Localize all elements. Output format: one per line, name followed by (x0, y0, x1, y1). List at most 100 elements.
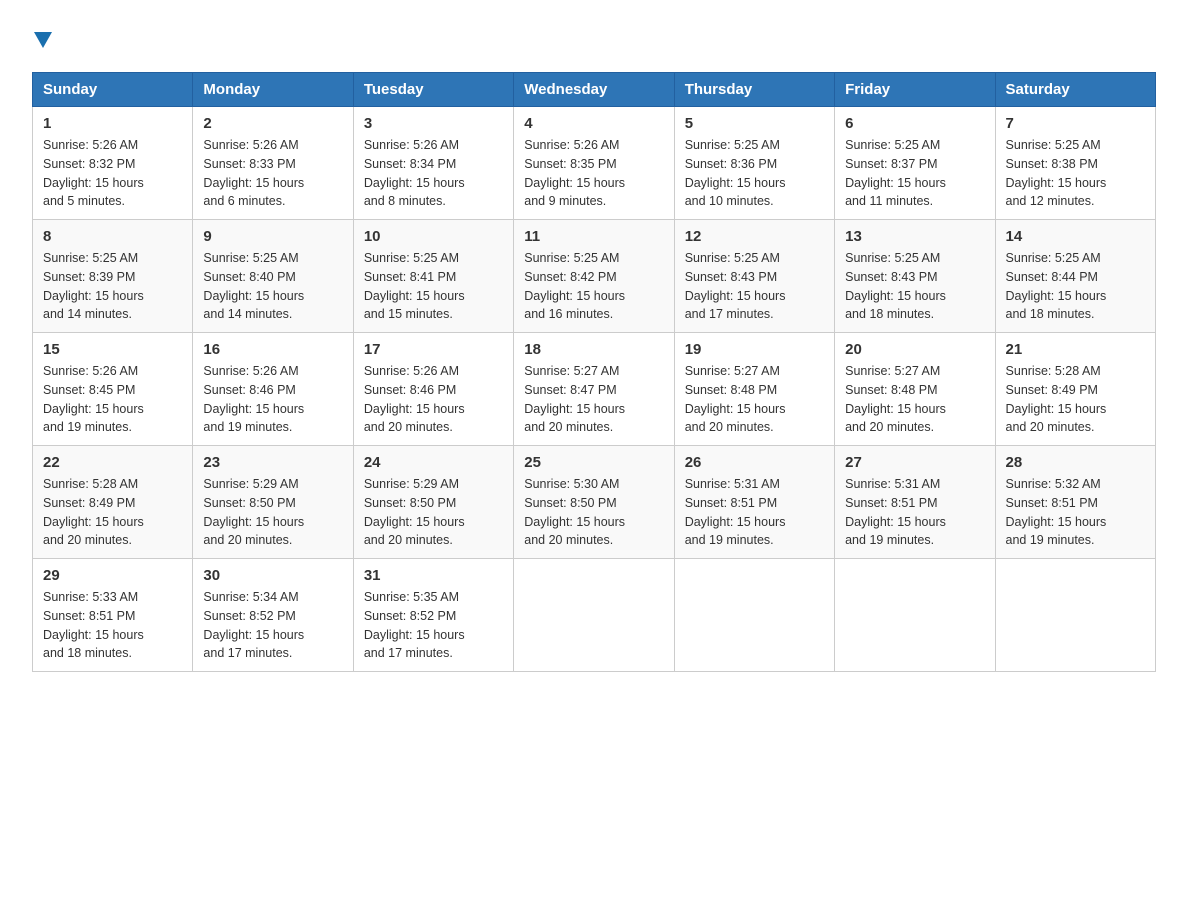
day-number: 21 (1006, 341, 1145, 358)
calendar-week-1: 1 Sunrise: 5:26 AMSunset: 8:32 PMDayligh… (33, 107, 1156, 220)
day-info: Sunrise: 5:26 AMSunset: 8:34 PMDaylight:… (364, 138, 465, 208)
day-number: 2 (203, 115, 342, 132)
day-info: Sunrise: 5:33 AMSunset: 8:51 PMDaylight:… (43, 590, 144, 660)
col-header-monday: Monday (193, 73, 353, 107)
day-number: 15 (43, 341, 182, 358)
calendar-cell: 24 Sunrise: 5:29 AMSunset: 8:50 PMDaylig… (353, 446, 513, 559)
calendar-cell: 6 Sunrise: 5:25 AMSunset: 8:37 PMDayligh… (835, 107, 995, 220)
day-info: Sunrise: 5:25 AMSunset: 8:37 PMDaylight:… (845, 138, 946, 208)
calendar-cell: 25 Sunrise: 5:30 AMSunset: 8:50 PMDaylig… (514, 446, 674, 559)
calendar-cell: 31 Sunrise: 5:35 AMSunset: 8:52 PMDaylig… (353, 559, 513, 672)
day-info: Sunrise: 5:30 AMSunset: 8:50 PMDaylight:… (524, 477, 625, 547)
calendar-cell: 22 Sunrise: 5:28 AMSunset: 8:49 PMDaylig… (33, 446, 193, 559)
day-info: Sunrise: 5:25 AMSunset: 8:42 PMDaylight:… (524, 251, 625, 321)
day-info: Sunrise: 5:31 AMSunset: 8:51 PMDaylight:… (685, 477, 786, 547)
calendar-week-5: 29 Sunrise: 5:33 AMSunset: 8:51 PMDaylig… (33, 559, 1156, 672)
calendar-cell: 18 Sunrise: 5:27 AMSunset: 8:47 PMDaylig… (514, 333, 674, 446)
calendar-cell: 4 Sunrise: 5:26 AMSunset: 8:35 PMDayligh… (514, 107, 674, 220)
day-number: 13 (845, 228, 984, 245)
day-number: 11 (524, 228, 663, 245)
calendar-body: 1 Sunrise: 5:26 AMSunset: 8:32 PMDayligh… (33, 107, 1156, 672)
day-number: 9 (203, 228, 342, 245)
day-info: Sunrise: 5:25 AMSunset: 8:40 PMDaylight:… (203, 251, 304, 321)
day-info: Sunrise: 5:35 AMSunset: 8:52 PMDaylight:… (364, 590, 465, 660)
calendar-cell: 2 Sunrise: 5:26 AMSunset: 8:33 PMDayligh… (193, 107, 353, 220)
day-number: 30 (203, 567, 342, 584)
calendar-week-4: 22 Sunrise: 5:28 AMSunset: 8:49 PMDaylig… (33, 446, 1156, 559)
day-number: 7 (1006, 115, 1145, 132)
calendar-cell (514, 559, 674, 672)
calendar-cell: 10 Sunrise: 5:25 AMSunset: 8:41 PMDaylig… (353, 220, 513, 333)
day-number: 26 (685, 454, 824, 471)
calendar-cell: 11 Sunrise: 5:25 AMSunset: 8:42 PMDaylig… (514, 220, 674, 333)
day-info: Sunrise: 5:25 AMSunset: 8:38 PMDaylight:… (1006, 138, 1107, 208)
calendar-week-3: 15 Sunrise: 5:26 AMSunset: 8:45 PMDaylig… (33, 333, 1156, 446)
calendar-cell: 15 Sunrise: 5:26 AMSunset: 8:45 PMDaylig… (33, 333, 193, 446)
day-info: Sunrise: 5:25 AMSunset: 8:43 PMDaylight:… (685, 251, 786, 321)
day-info: Sunrise: 5:27 AMSunset: 8:48 PMDaylight:… (845, 364, 946, 434)
day-number: 18 (524, 341, 663, 358)
day-number: 6 (845, 115, 984, 132)
calendar-cell: 30 Sunrise: 5:34 AMSunset: 8:52 PMDaylig… (193, 559, 353, 672)
calendar-cell: 9 Sunrise: 5:25 AMSunset: 8:40 PMDayligh… (193, 220, 353, 333)
day-number: 17 (364, 341, 503, 358)
day-info: Sunrise: 5:26 AMSunset: 8:45 PMDaylight:… (43, 364, 144, 434)
day-number: 12 (685, 228, 824, 245)
logo-triangle-icon (34, 32, 52, 48)
day-info: Sunrise: 5:27 AMSunset: 8:47 PMDaylight:… (524, 364, 625, 434)
day-info: Sunrise: 5:25 AMSunset: 8:39 PMDaylight:… (43, 251, 144, 321)
day-info: Sunrise: 5:29 AMSunset: 8:50 PMDaylight:… (364, 477, 465, 547)
calendar-header-row: SundayMondayTuesdayWednesdayThursdayFrid… (33, 73, 1156, 107)
calendar-cell: 20 Sunrise: 5:27 AMSunset: 8:48 PMDaylig… (835, 333, 995, 446)
day-info: Sunrise: 5:27 AMSunset: 8:48 PMDaylight:… (685, 364, 786, 434)
calendar-cell: 23 Sunrise: 5:29 AMSunset: 8:50 PMDaylig… (193, 446, 353, 559)
col-header-sunday: Sunday (33, 73, 193, 107)
day-number: 10 (364, 228, 503, 245)
day-info: Sunrise: 5:25 AMSunset: 8:36 PMDaylight:… (685, 138, 786, 208)
day-number: 8 (43, 228, 182, 245)
calendar-cell: 5 Sunrise: 5:25 AMSunset: 8:36 PMDayligh… (674, 107, 834, 220)
day-number: 25 (524, 454, 663, 471)
page-header (32, 24, 1156, 52)
col-header-thursday: Thursday (674, 73, 834, 107)
day-info: Sunrise: 5:26 AMSunset: 8:32 PMDaylight:… (43, 138, 144, 208)
logo (32, 24, 52, 52)
day-number: 31 (364, 567, 503, 584)
calendar-cell: 21 Sunrise: 5:28 AMSunset: 8:49 PMDaylig… (995, 333, 1155, 446)
day-number: 4 (524, 115, 663, 132)
calendar-cell: 29 Sunrise: 5:33 AMSunset: 8:51 PMDaylig… (33, 559, 193, 672)
day-info: Sunrise: 5:26 AMSunset: 8:46 PMDaylight:… (364, 364, 465, 434)
col-header-saturday: Saturday (995, 73, 1155, 107)
calendar-cell: 26 Sunrise: 5:31 AMSunset: 8:51 PMDaylig… (674, 446, 834, 559)
day-number: 5 (685, 115, 824, 132)
day-info: Sunrise: 5:26 AMSunset: 8:35 PMDaylight:… (524, 138, 625, 208)
col-header-wednesday: Wednesday (514, 73, 674, 107)
day-info: Sunrise: 5:25 AMSunset: 8:44 PMDaylight:… (1006, 251, 1107, 321)
calendar-cell: 8 Sunrise: 5:25 AMSunset: 8:39 PMDayligh… (33, 220, 193, 333)
calendar-cell (995, 559, 1155, 672)
calendar-cell: 27 Sunrise: 5:31 AMSunset: 8:51 PMDaylig… (835, 446, 995, 559)
day-number: 28 (1006, 454, 1145, 471)
day-number: 19 (685, 341, 824, 358)
day-info: Sunrise: 5:34 AMSunset: 8:52 PMDaylight:… (203, 590, 304, 660)
calendar-cell: 14 Sunrise: 5:25 AMSunset: 8:44 PMDaylig… (995, 220, 1155, 333)
calendar-cell: 19 Sunrise: 5:27 AMSunset: 8:48 PMDaylig… (674, 333, 834, 446)
calendar-cell: 7 Sunrise: 5:25 AMSunset: 8:38 PMDayligh… (995, 107, 1155, 220)
day-number: 29 (43, 567, 182, 584)
calendar-cell: 28 Sunrise: 5:32 AMSunset: 8:51 PMDaylig… (995, 446, 1155, 559)
calendar-cell (674, 559, 834, 672)
day-number: 1 (43, 115, 182, 132)
day-number: 16 (203, 341, 342, 358)
day-number: 14 (1006, 228, 1145, 245)
calendar-cell: 1 Sunrise: 5:26 AMSunset: 8:32 PMDayligh… (33, 107, 193, 220)
day-info: Sunrise: 5:28 AMSunset: 8:49 PMDaylight:… (1006, 364, 1107, 434)
day-info: Sunrise: 5:29 AMSunset: 8:50 PMDaylight:… (203, 477, 304, 547)
day-info: Sunrise: 5:25 AMSunset: 8:43 PMDaylight:… (845, 251, 946, 321)
day-number: 22 (43, 454, 182, 471)
logo-general-line (32, 24, 52, 52)
day-info: Sunrise: 5:28 AMSunset: 8:49 PMDaylight:… (43, 477, 144, 547)
day-info: Sunrise: 5:25 AMSunset: 8:41 PMDaylight:… (364, 251, 465, 321)
day-info: Sunrise: 5:32 AMSunset: 8:51 PMDaylight:… (1006, 477, 1107, 547)
calendar-cell: 12 Sunrise: 5:25 AMSunset: 8:43 PMDaylig… (674, 220, 834, 333)
day-info: Sunrise: 5:26 AMSunset: 8:33 PMDaylight:… (203, 138, 304, 208)
